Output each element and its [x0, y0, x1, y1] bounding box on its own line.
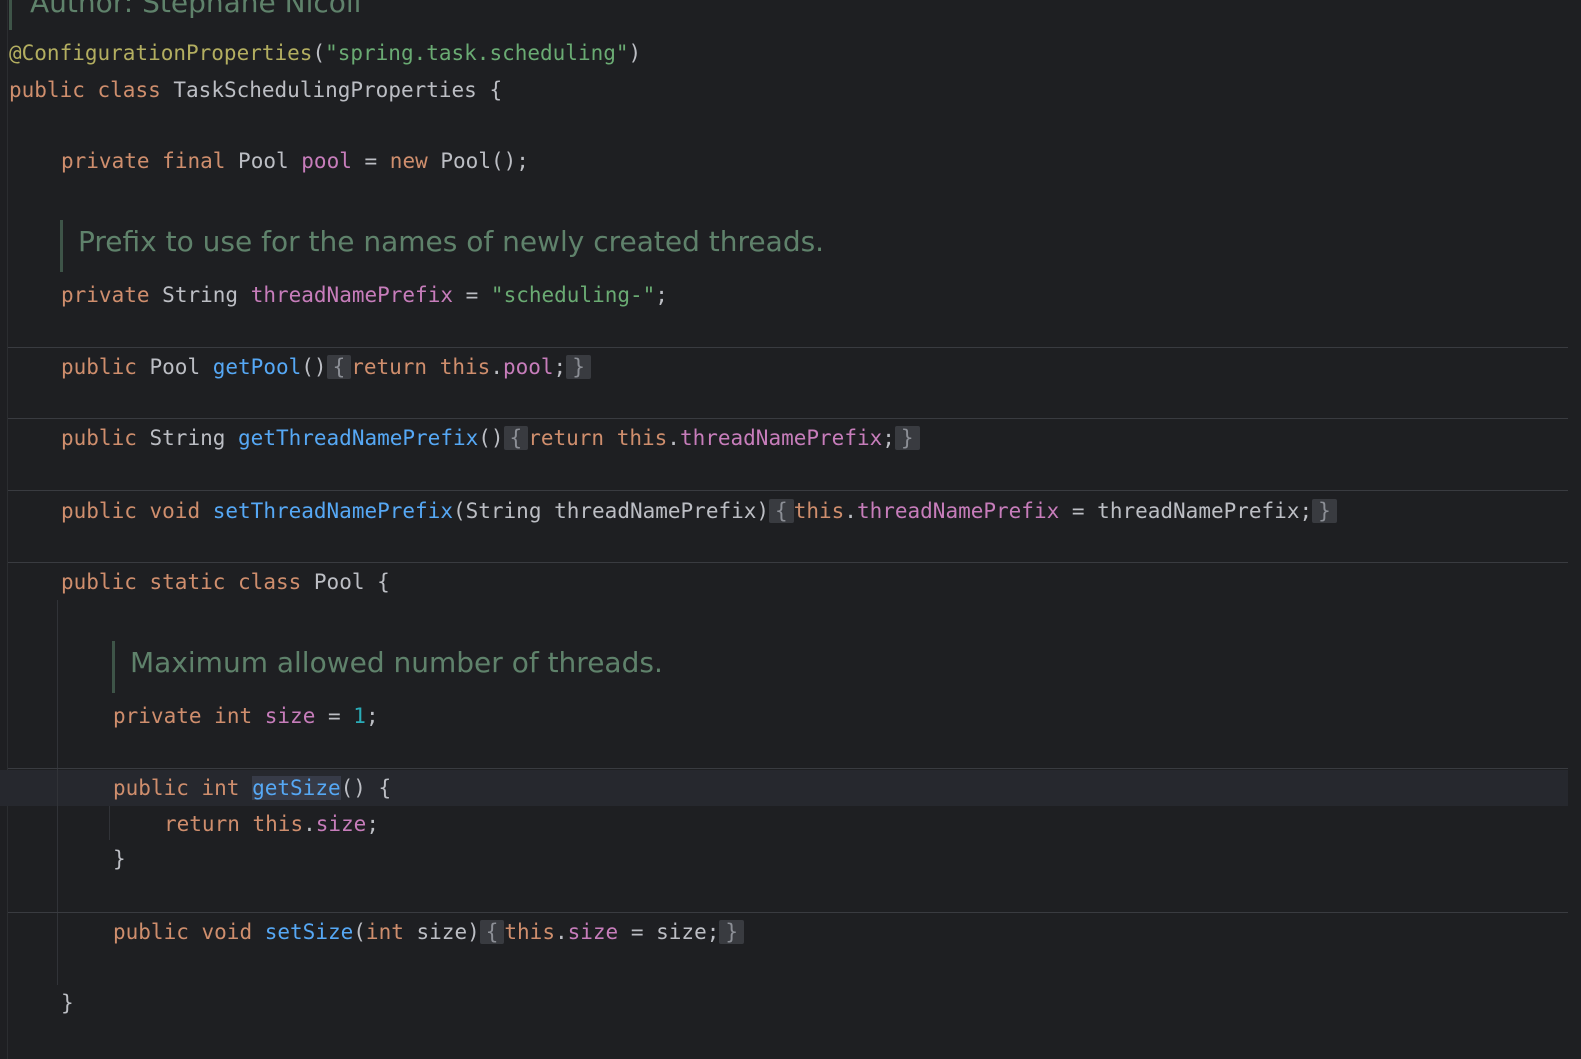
annotation-value: "spring.task.scheduling": [325, 41, 629, 65]
folded-brace-open[interactable]: {: [769, 499, 794, 523]
indent-guide: [109, 806, 110, 840]
indent-guide: [57, 600, 58, 985]
code-line-set-prefix[interactable]: public void setThreadNamePrefix(String t…: [61, 493, 1337, 529]
method-set-prefix: setThreadNamePrefix: [212, 499, 453, 523]
code-line-class-decl[interactable]: public class TaskSchedulingProperties {: [9, 72, 502, 108]
pool-field: pool: [301, 149, 352, 173]
method-separator: [8, 418, 1568, 419]
code-line-inner-class[interactable]: public static class Pool {: [61, 564, 390, 600]
prefix-field: threadNamePrefix: [250, 283, 453, 307]
code-line-get-prefix[interactable]: public String getThreadNamePrefix(){retu…: [61, 420, 920, 456]
method-get-size[interactable]: getSize: [252, 776, 341, 800]
javadoc-bar: [60, 220, 63, 272]
method-get-pool: getPool: [212, 355, 302, 379]
code-editor[interactable]: Author: Stephane Nicoll @ConfigurationPr…: [0, 0, 1581, 1059]
javadoc-prefix: Prefix to use for the names of newly cre…: [78, 225, 825, 258]
javadoc-bar: [9, 0, 12, 30]
folded-brace-open[interactable]: {: [479, 920, 505, 944]
code-line-pool-field[interactable]: private final Pool pool = new Pool();: [61, 143, 529, 179]
annotation-name: @ConfigurationProperties: [9, 41, 313, 65]
folded-brace-close[interactable]: }: [719, 920, 745, 944]
code-line-get-size[interactable]: public int getSize() {: [113, 770, 391, 806]
method-separator: [8, 562, 1568, 563]
code-line-close-brace[interactable]: }: [61, 985, 74, 1021]
code-line-size-field[interactable]: private int size = 1;: [113, 698, 379, 734]
method-separator: [8, 768, 1568, 769]
code-line-annotation[interactable]: @ConfigurationProperties("spring.task.sc…: [9, 35, 641, 71]
method-get-prefix: getThreadNamePrefix: [238, 426, 479, 450]
method-separator: [8, 912, 1568, 913]
code-line-set-size[interactable]: public void setSize(int size){this.size …: [113, 914, 745, 950]
folded-brace-open[interactable]: {: [503, 426, 529, 450]
folded-brace-open[interactable]: {: [326, 355, 352, 379]
code-line-close-brace[interactable]: }: [113, 841, 126, 877]
method-separator: [8, 347, 1568, 348]
javadoc-bar: [112, 641, 115, 693]
javadoc-size: Maximum allowed number of threads.: [130, 646, 663, 679]
javadoc-author: Author: Stephane Nicoll: [30, 0, 362, 19]
class-name: TaskSchedulingProperties: [173, 78, 477, 102]
gutter-border: [7, 0, 8, 1059]
inner-class-name: Pool: [313, 570, 365, 594]
folded-brace-close[interactable]: }: [1312, 499, 1337, 523]
code-line-return-size[interactable]: return this.size;: [164, 806, 379, 842]
folded-brace-close[interactable]: }: [566, 355, 591, 379]
method-separator: [8, 490, 1568, 491]
size-field: size: [264, 704, 316, 728]
method-set-size: setSize: [264, 920, 354, 944]
folded-brace-close[interactable]: }: [894, 426, 920, 450]
code-line-get-pool[interactable]: public Pool getPool(){return this.pool;}: [61, 349, 591, 385]
code-line-prefix-field[interactable]: private String threadNamePrefix = "sched…: [61, 277, 668, 313]
